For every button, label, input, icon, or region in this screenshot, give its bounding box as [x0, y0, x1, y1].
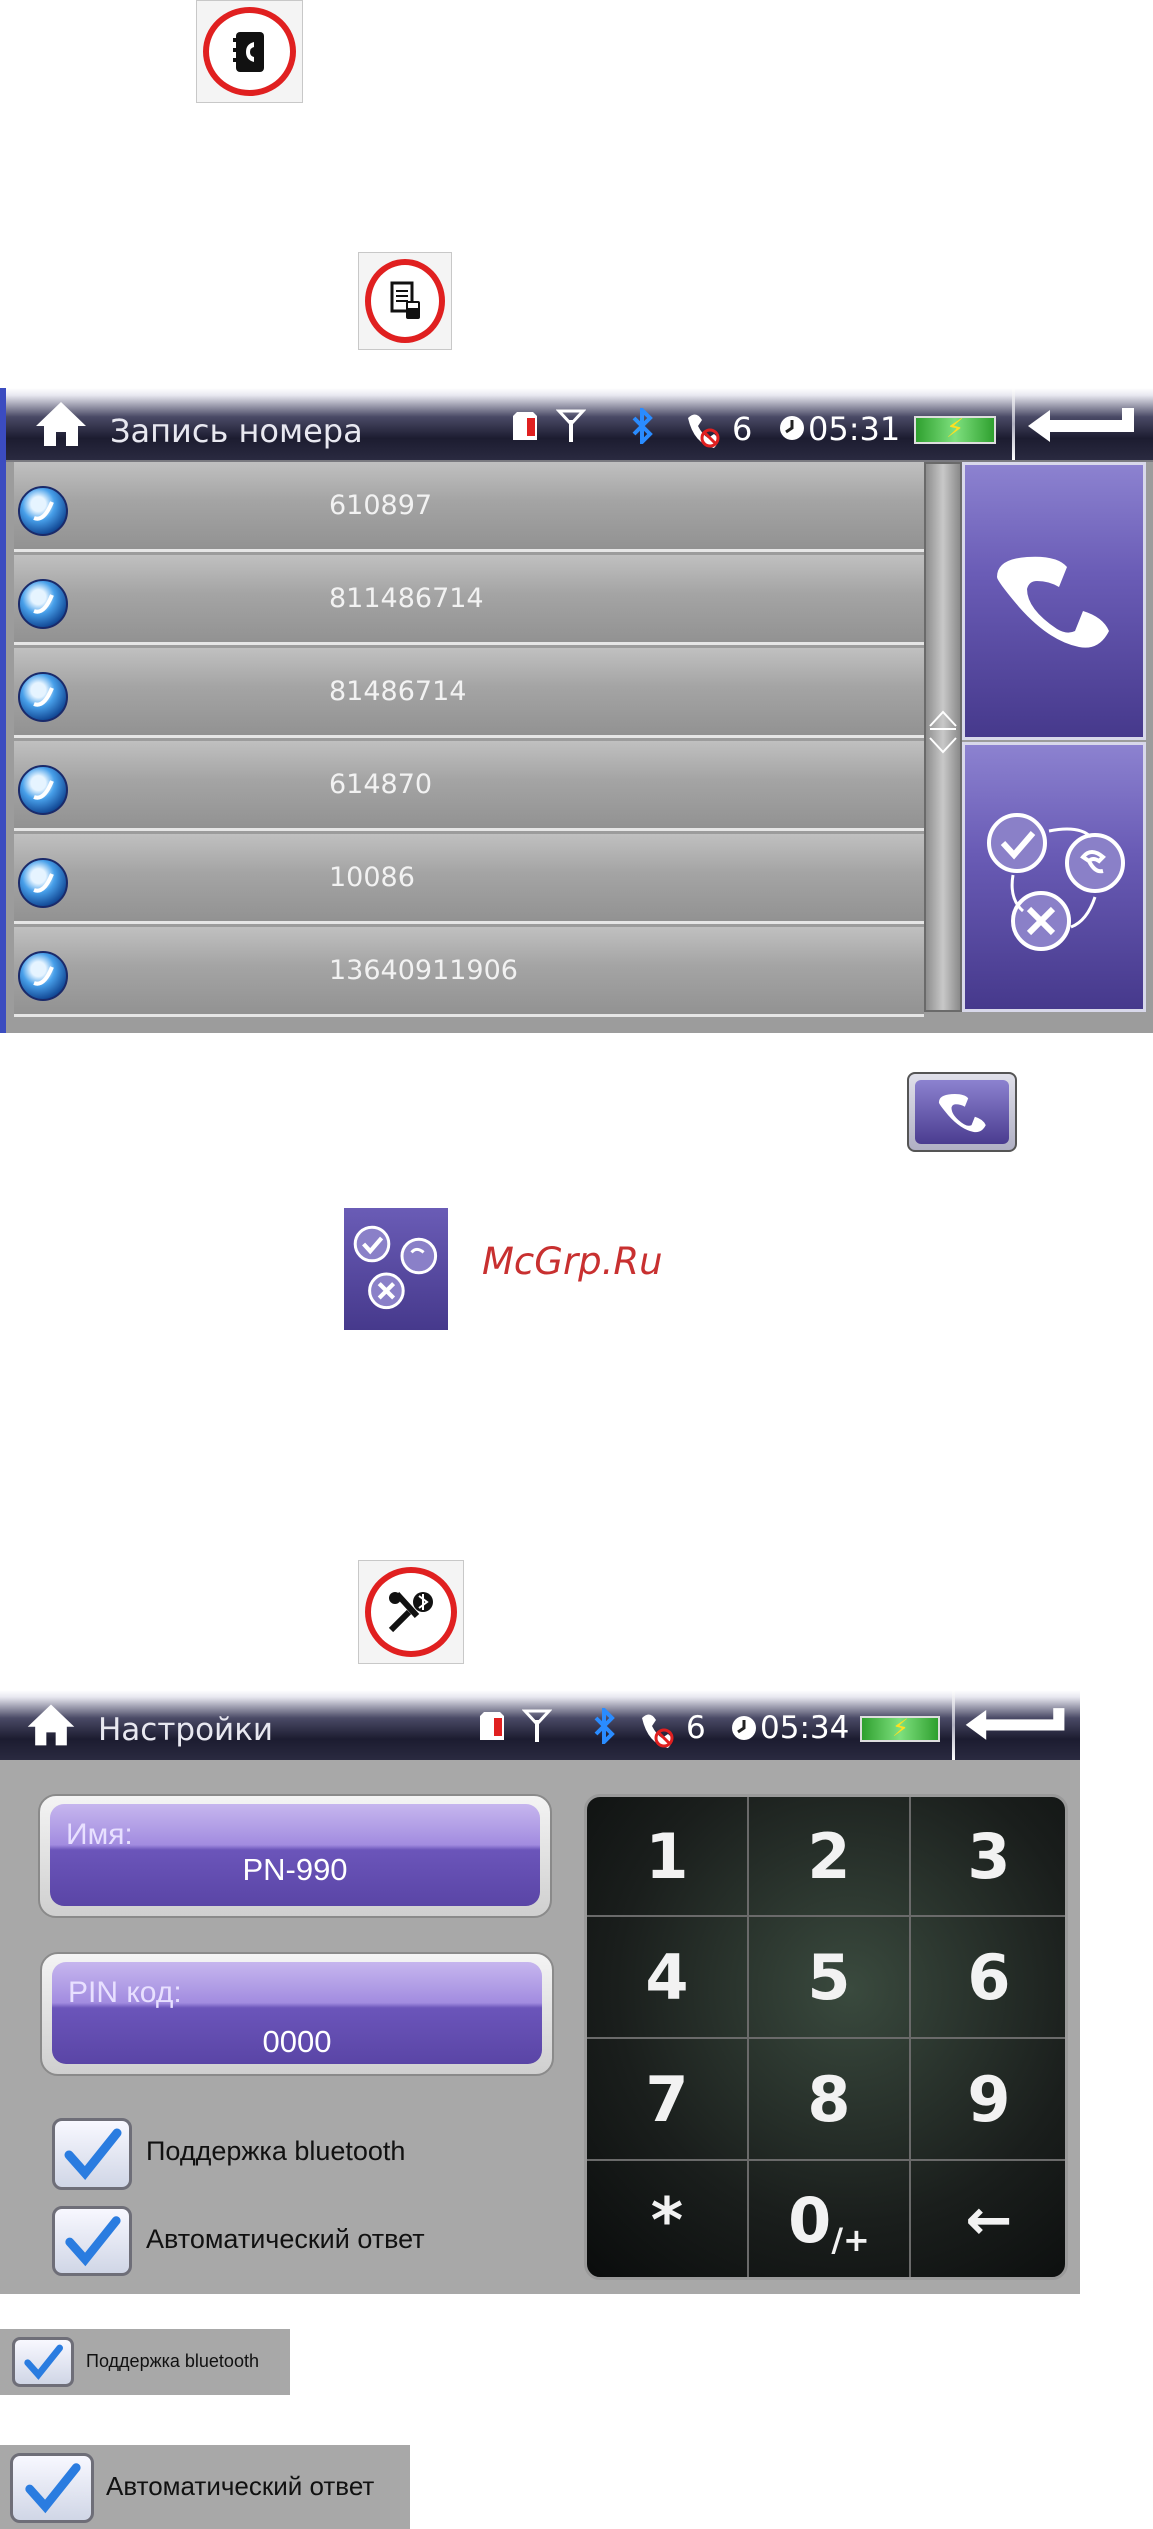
auto-answer-checkbox[interactable]: [52, 2206, 132, 2276]
watermark: McGrp.Ru: [482, 1240, 663, 1283]
bluetooth-icon: [632, 408, 653, 444]
checkmark-icon: [25, 2463, 81, 2514]
bluetooth-checkbox-label: Поддержка bluetooth: [146, 2136, 406, 2166]
checkmark-icon: [64, 2128, 122, 2180]
auto-answer-zoom-label: Автоматический ответ: [106, 2471, 375, 2501]
call-log-screen: Запись номера 6 05:31 ⚡ 610897 811486714…: [0, 388, 1153, 1033]
antenna-icon: [522, 1709, 552, 1742]
key-8[interactable]: 8: [749, 2039, 909, 2159]
home-icon[interactable]: [24, 1700, 78, 1748]
call-button-small: [907, 1072, 1017, 1152]
checkmark-icon: [24, 2344, 63, 2380]
top-bar: Запись номера 6 05:31 ⚡: [6, 388, 1153, 460]
back-arrow-icon[interactable]: [962, 1704, 1070, 1744]
phone-number: 13640911906: [329, 955, 518, 986]
key-star[interactable]: *: [587, 2161, 747, 2279]
phonebook-icon: [196, 0, 303, 103]
bluetooth-checkbox-small: [12, 2337, 74, 2387]
call-type-icon: [18, 672, 68, 722]
key-4[interactable]: 4: [587, 1917, 747, 2037]
call-list: 610897 811486714 81486714 614870 10086 1…: [6, 462, 1153, 1033]
phone-number: 81486714: [329, 676, 467, 707]
top-bar: Настройки 6 05:34 ⚡: [0, 1690, 1080, 1760]
key-1[interactable]: 1: [587, 1797, 747, 1915]
auto-answer-checkbox-label: Автоматический ответ: [146, 2224, 425, 2254]
call-type-icon: [18, 486, 68, 536]
key-7[interactable]: 7: [587, 2039, 747, 2159]
settings-screen: Настройки 6 05:34 ⚡ Имя: PN-990 PIN код:…: [0, 1690, 1080, 2294]
missed-call-count: 6: [686, 1710, 706, 1746]
battery-icon: ⚡: [914, 414, 996, 444]
list-item[interactable]: 610897: [14, 462, 924, 552]
pin-field-value: 0000: [262, 2024, 332, 2059]
pin-field[interactable]: PIN код: 0000: [40, 1952, 554, 2076]
key-0-label: 0: [788, 2183, 832, 2257]
back-arrow-icon[interactable]: [1024, 404, 1140, 446]
page-title: Настройки: [98, 1712, 274, 1748]
clock-time: 05:34: [760, 1710, 850, 1746]
checkmark-icon: [65, 2216, 121, 2267]
auto-answer-checkbox-zoom: Автоматический ответ: [0, 2445, 410, 2529]
call-type-icon: [18, 858, 68, 908]
clock-time: 05:31: [808, 410, 901, 448]
call-log-icon: [358, 252, 452, 350]
settings-tools-icon: [358, 1560, 464, 1664]
key-3[interactable]: 3: [911, 1797, 1067, 1915]
name-field-label: Имя:: [66, 1818, 133, 1851]
list-item[interactable]: 10086: [14, 834, 924, 924]
key-9[interactable]: 9: [911, 2039, 1067, 2159]
handset-icon: [938, 1094, 986, 1133]
pin-field-label: PIN код:: [68, 1976, 182, 2009]
numeric-keypad: 1 2 3 4 5 6 7 8 9 * 0/+ ←: [584, 1794, 1068, 2280]
call-button[interactable]: [962, 462, 1146, 740]
phone-number: 811486714: [329, 583, 484, 614]
call-status-icon-small: [344, 1208, 448, 1330]
page-title: Запись номера: [110, 412, 363, 450]
call-type-icon: [18, 951, 68, 1001]
home-icon[interactable]: [32, 398, 90, 448]
call-status-icon: [353, 1225, 438, 1310]
sim-icon: [480, 1712, 504, 1740]
bluetooth-checkbox-zoom: Поддержка bluetooth: [0, 2329, 290, 2395]
key-6[interactable]: 6: [911, 1917, 1067, 2037]
antenna-icon: [556, 409, 586, 442]
key-2[interactable]: 2: [749, 1797, 909, 1915]
missed-call-icon: [642, 1714, 674, 1748]
phone-number: 10086: [329, 862, 415, 893]
phone-number: 614870: [329, 769, 433, 800]
scroll-up-icon[interactable]: [928, 702, 958, 732]
call-status-icon: [987, 813, 1125, 951]
key-0-sub: /+: [831, 2221, 870, 2259]
missed-call-count: 6: [732, 410, 753, 448]
key-5[interactable]: 5: [749, 1917, 909, 2037]
backspace-key[interactable]: ←: [911, 2161, 1067, 2279]
list-item[interactable]: 811486714: [14, 555, 924, 645]
handset-icon: [997, 556, 1109, 648]
scrollbar[interactable]: [924, 462, 962, 1012]
list-item[interactable]: 13640911906: [14, 927, 924, 1017]
call-type-icon: [18, 579, 68, 629]
battery-icon: ⚡: [860, 1714, 940, 1742]
missed-call-icon: [688, 414, 720, 448]
auto-answer-checkbox-small: [10, 2453, 94, 2523]
clock-icon: [780, 416, 804, 440]
key-0-plus[interactable]: 0/+: [749, 2161, 909, 2279]
call-history-filter-button[interactable]: [962, 742, 1146, 1012]
bluetooth-checkbox[interactable]: [52, 2118, 132, 2190]
scroll-down-icon[interactable]: [928, 732, 958, 762]
name-field-value: PN-990: [242, 1852, 348, 1887]
list-item[interactable]: 81486714: [14, 648, 924, 738]
sim-icon: [513, 412, 537, 440]
call-type-icon: [18, 765, 68, 815]
bluetooth-zoom-label: Поддержка bluetooth: [86, 2351, 259, 2371]
bluetooth-icon: [594, 1708, 615, 1744]
phone-number: 610897: [329, 490, 433, 521]
name-field[interactable]: Имя: PN-990: [38, 1794, 552, 1918]
clock-icon: [732, 1716, 756, 1740]
list-item[interactable]: 614870: [14, 741, 924, 831]
